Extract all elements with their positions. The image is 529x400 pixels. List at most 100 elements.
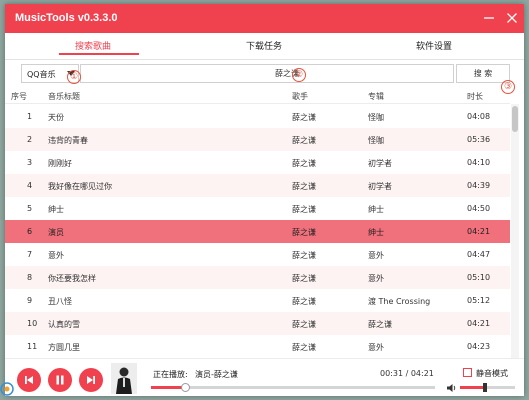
table-row[interactable]: 8 你还要我怎样 薛之谦 意外 05:10 bbox=[5, 266, 510, 289]
pause-button[interactable] bbox=[48, 368, 72, 392]
tab-bar: 搜索歌曲 下载任务 软件设置 bbox=[5, 33, 524, 60]
row-artist: 薛之谦 bbox=[292, 297, 316, 306]
row-title: 认真的雪 bbox=[48, 320, 80, 329]
progress-fill bbox=[151, 386, 186, 389]
mute-checkbox[interactable] bbox=[463, 368, 472, 377]
row-album: 初学者 bbox=[368, 159, 392, 168]
row-album: 意外 bbox=[368, 274, 384, 283]
row-title: 你还要我怎样 bbox=[48, 274, 96, 283]
row-duration: 04:08 bbox=[467, 112, 491, 121]
row-number: 3 bbox=[27, 158, 33, 167]
active-tab-indicator bbox=[59, 53, 139, 55]
row-title: 天份 bbox=[48, 113, 64, 122]
row-number: 6 bbox=[27, 227, 33, 236]
row-number: 1 bbox=[27, 112, 33, 121]
volume-fill bbox=[460, 386, 485, 389]
playback-progress-bar[interactable] bbox=[151, 383, 435, 392]
minimize-icon bbox=[484, 17, 494, 19]
row-title: 刚刚好 bbox=[48, 159, 72, 168]
row-number: 11 bbox=[27, 342, 38, 351]
music-source-value: QQ音乐 bbox=[27, 70, 56, 79]
row-artist: 薛之谦 bbox=[292, 251, 316, 260]
tab-settings[interactable]: 软件设置 bbox=[416, 39, 452, 52]
mute-label: 静音模式 bbox=[476, 369, 508, 378]
annotation-marker-2: ② bbox=[292, 68, 306, 82]
table-header: 序号 音乐标题 歌手 专辑 时长 bbox=[5, 87, 510, 104]
row-artist: 薛之谦 bbox=[292, 274, 316, 283]
tab-download-tasks[interactable]: 下载任务 bbox=[246, 39, 282, 52]
table-row[interactable]: 4 我好像在哪见过你 薛之谦 初学者 04:39 bbox=[5, 174, 510, 197]
album-cover-image bbox=[111, 363, 137, 394]
table-row[interactable]: 10 认真的雪 薛之谦 薛之谦 04:21 bbox=[5, 312, 510, 335]
now-playing-label: 正在播放: bbox=[153, 370, 188, 379]
next-icon bbox=[87, 376, 95, 384]
row-album: 意外 bbox=[368, 343, 384, 352]
row-album: 薛之谦 bbox=[368, 320, 392, 329]
pause-icon bbox=[56, 375, 64, 385]
row-title: 绅士 bbox=[48, 205, 64, 214]
album-cover bbox=[111, 363, 137, 394]
progress-handle[interactable] bbox=[181, 383, 191, 392]
row-artist: 薛之谦 bbox=[292, 320, 316, 329]
row-number: 4 bbox=[27, 181, 33, 190]
row-artist: 薛之谦 bbox=[292, 159, 316, 168]
row-duration: 04:50 bbox=[467, 204, 491, 213]
previous-icon bbox=[25, 376, 33, 384]
song-list-scrollbar[interactable] bbox=[511, 104, 519, 360]
search-button[interactable]: 搜 索 bbox=[456, 64, 510, 83]
annotation-marker-1: ① bbox=[67, 70, 81, 84]
row-album: 绅士 bbox=[368, 228, 384, 237]
row-duration: 04:47 bbox=[467, 250, 491, 259]
row-number: 7 bbox=[27, 250, 33, 259]
row-duration: 05:10 bbox=[467, 273, 491, 282]
table-row[interactable]: 3 刚刚好 薛之谦 初学者 04:10 bbox=[5, 151, 510, 174]
next-button[interactable] bbox=[79, 368, 103, 392]
column-header-number[interactable]: 序号 bbox=[11, 91, 27, 102]
main-window: MusicTools v0.3.3.0 搜索歌曲 下载任务 软件设置 QQ音乐 … bbox=[5, 4, 524, 396]
table-row[interactable]: 2 违背的青春 薛之谦 怪咖 05:36 bbox=[5, 128, 510, 151]
row-title: 演员 bbox=[48, 228, 64, 237]
volume-slider[interactable] bbox=[460, 383, 515, 392]
row-title: 方圆几里 bbox=[48, 343, 80, 352]
row-number: 9 bbox=[27, 296, 33, 305]
table-row[interactable]: 1 天份 薛之谦 怪咖 04:08 bbox=[5, 105, 510, 128]
now-playing-track: 演员-薛之谦 bbox=[195, 370, 238, 379]
minimize-button[interactable] bbox=[482, 11, 496, 25]
row-duration: 05:36 bbox=[467, 135, 491, 144]
row-number: 10 bbox=[27, 319, 38, 328]
column-header-title[interactable]: 音乐标题 bbox=[48, 91, 80, 102]
row-title: 丑八怪 bbox=[48, 297, 72, 306]
previous-button[interactable] bbox=[17, 368, 41, 392]
row-album: 绅士 bbox=[368, 205, 384, 214]
search-bar: QQ音乐 搜 索 bbox=[18, 64, 510, 84]
table-row[interactable]: 7 意外 薛之谦 意外 04:47 bbox=[5, 243, 510, 266]
row-artist: 薛之谦 bbox=[292, 113, 316, 122]
column-header-artist[interactable]: 歌手 bbox=[292, 91, 308, 102]
row-artist: 薛之谦 bbox=[292, 136, 316, 145]
column-header-album[interactable]: 专辑 bbox=[368, 91, 384, 102]
row-duration: 04:10 bbox=[467, 158, 491, 167]
playback-time: 00:31 / 04:21 bbox=[380, 369, 434, 378]
row-artist: 薛之谦 bbox=[292, 182, 316, 191]
row-artist: 薛之谦 bbox=[292, 343, 316, 352]
row-duration: 05:12 bbox=[467, 296, 491, 305]
table-row[interactable]: 9 丑八怪 薛之谦 渡 The Crossing 05:12 bbox=[5, 289, 510, 312]
row-title: 违背的青春 bbox=[48, 136, 88, 145]
row-album: 初学者 bbox=[368, 182, 392, 191]
close-icon bbox=[507, 13, 517, 23]
scrollbar-thumb[interactable] bbox=[512, 106, 518, 132]
close-button[interactable] bbox=[505, 11, 519, 25]
tab-search-songs[interactable]: 搜索歌曲 bbox=[75, 39, 111, 52]
volume-icon[interactable] bbox=[447, 383, 457, 393]
table-row-selected[interactable]: 6 演员 薛之谦 绅士 04:21 bbox=[5, 220, 510, 243]
volume-handle[interactable] bbox=[482, 383, 487, 392]
row-number: 5 bbox=[27, 204, 33, 213]
search-input[interactable] bbox=[80, 64, 454, 83]
row-album: 怪咖 bbox=[368, 136, 384, 145]
row-duration: 04:39 bbox=[467, 181, 491, 190]
table-row[interactable]: 5 绅士 薛之谦 绅士 04:50 bbox=[5, 197, 510, 220]
column-header-duration[interactable]: 时长 bbox=[467, 91, 483, 102]
table-row[interactable]: 11 方圆几里 薛之谦 意外 04:23 bbox=[5, 335, 510, 358]
song-list: 1 天份 薛之谦 怪咖 04:08 2 违背的青春 薛之谦 怪咖 05:36 3… bbox=[5, 105, 510, 359]
row-title: 我好像在哪见过你 bbox=[48, 182, 112, 191]
